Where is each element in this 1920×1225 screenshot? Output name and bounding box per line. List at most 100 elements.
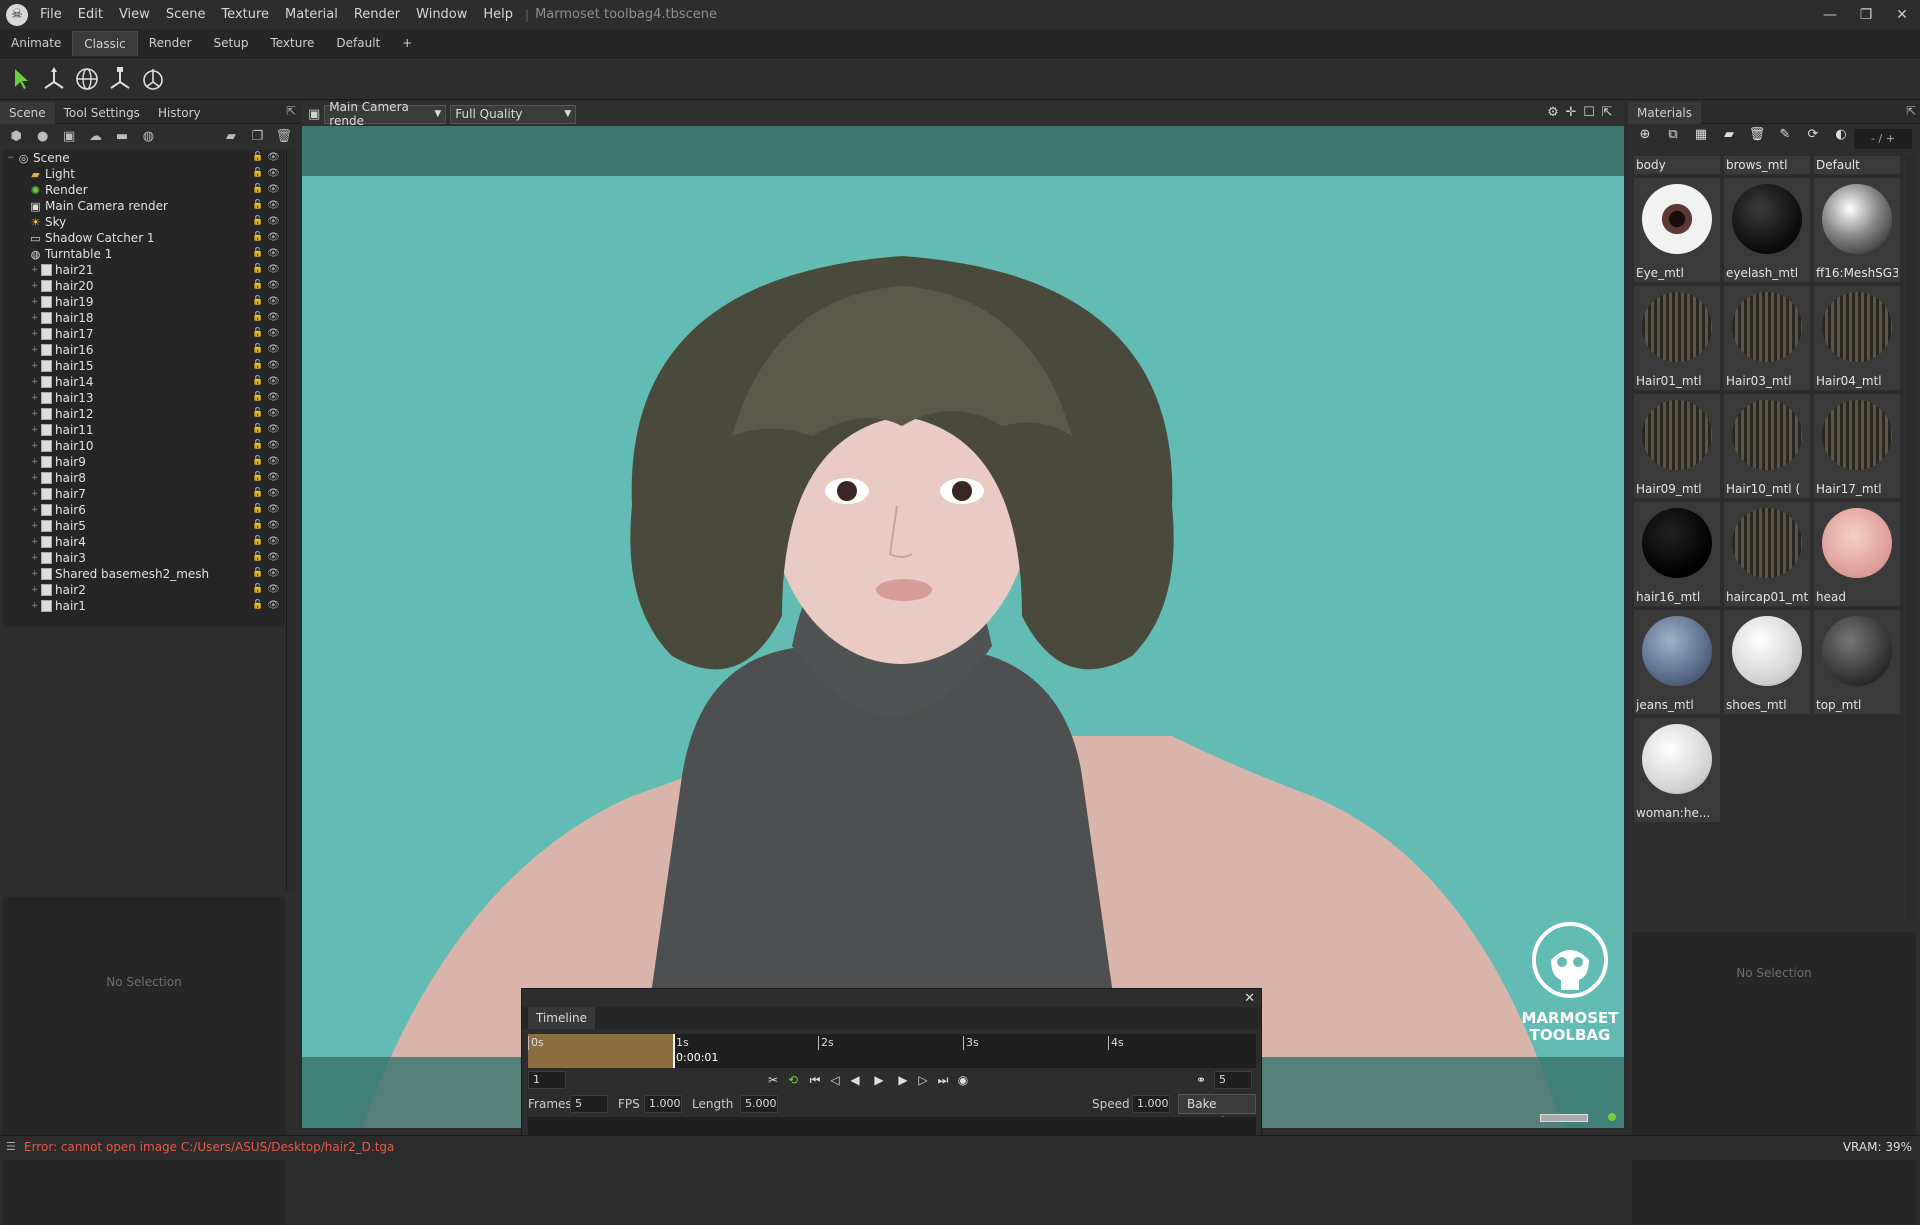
- lock-icon[interactable]: 🔓: [252, 440, 263, 451]
- menu-scene[interactable]: Scene: [158, 0, 214, 29]
- timeline-ruler[interactable]: 0s 1s 2s 3s 4s 0:00:01: [528, 1034, 1256, 1068]
- menu-help[interactable]: Help: [475, 0, 521, 29]
- viewport[interactable]: ▣ Main Camera rende ▼ Full Quality ▼ ⚙ ✛…: [302, 102, 1624, 1128]
- prev-key-icon[interactable]: ◁: [826, 1071, 844, 1089]
- lock-icon[interactable]: 🔓: [252, 568, 263, 579]
- lock-icon[interactable]: 🔓: [252, 264, 263, 275]
- visibility-icon[interactable]: 👁: [267, 360, 280, 371]
- lock-icon[interactable]: 🔓: [252, 344, 263, 355]
- material-item[interactable]: Hair17_mtl: [1814, 394, 1900, 498]
- visibility-icon[interactable]: 👁: [267, 568, 280, 579]
- undock-icon[interactable]: ⇱: [286, 104, 296, 118]
- scene-tree-item[interactable]: + hair17 🔓 👁: [3, 326, 285, 342]
- skip-start-icon[interactable]: ⏮: [806, 1071, 824, 1089]
- visibility-icon[interactable]: 👁: [267, 152, 280, 163]
- link-input[interactable]: 5: [1214, 1071, 1252, 1089]
- visibility-icon[interactable]: 👁: [267, 456, 280, 467]
- speed-input[interactable]: 1.000: [1132, 1095, 1170, 1113]
- maximize-button[interactable]: ❐: [1848, 0, 1884, 29]
- tab-materials[interactable]: Materials: [1628, 101, 1702, 124]
- lock-icon[interactable]: 🔓: [252, 408, 263, 419]
- step-back-icon[interactable]: ◀: [846, 1071, 864, 1089]
- skip-end-icon[interactable]: ⏭: [934, 1071, 952, 1089]
- rotate-tool-icon[interactable]: [72, 64, 102, 94]
- frames-input[interactable]: 5: [570, 1095, 608, 1113]
- visibility-icon[interactable]: 👁: [267, 520, 280, 531]
- visibility-icon[interactable]: 👁: [267, 168, 280, 179]
- page-control[interactable]: - / +: [1854, 129, 1912, 149]
- add-turntable-icon[interactable]: ◍: [138, 126, 158, 146]
- scissors-icon[interactable]: ✂: [764, 1071, 782, 1089]
- menu-render[interactable]: Render: [346, 0, 408, 29]
- record-icon[interactable]: ◉: [954, 1071, 972, 1089]
- lock-icon[interactable]: 🔓: [252, 584, 263, 595]
- lock-icon[interactable]: 🔓: [252, 536, 263, 547]
- scene-tree-item[interactable]: + hair2 🔓 👁: [3, 582, 285, 598]
- scene-tree-item[interactable]: + hair6 🔓 👁: [3, 502, 285, 518]
- tab-setup[interactable]: Setup: [203, 31, 260, 55]
- scene-tree-item[interactable]: ☀ Sky 🔓 👁: [3, 214, 285, 230]
- expand-toggle-icon[interactable]: +: [31, 553, 41, 563]
- expand-toggle-icon[interactable]: +: [31, 489, 41, 499]
- material-item[interactable]: hair16_mtl: [1634, 502, 1720, 606]
- bake-speed-button[interactable]: Bake Speed: [1178, 1094, 1256, 1129]
- paint-icon[interactable]: ✎: [1774, 127, 1796, 147]
- playhead[interactable]: [673, 1034, 675, 1068]
- scene-tree-item[interactable]: ✺ Render 🔓 👁: [3, 182, 285, 198]
- expand-toggle-icon[interactable]: +: [31, 585, 41, 595]
- maximize-view-icon[interactable]: ☐: [1580, 105, 1598, 123]
- material-item[interactable]: Eye_mtl: [1634, 178, 1720, 282]
- frame-input[interactable]: 1: [528, 1071, 566, 1089]
- delete-icon[interactable]: 🗑: [1746, 127, 1768, 147]
- material-item[interactable]: haircap01_mtl: [1724, 502, 1810, 606]
- lock-icon[interactable]: 🔓: [252, 152, 263, 163]
- checker-icon[interactable]: ▦: [1690, 127, 1712, 147]
- visibility-icon[interactable]: 👁: [267, 264, 280, 275]
- expand-toggle-icon[interactable]: +: [31, 505, 41, 515]
- expand-toggle-icon[interactable]: +: [31, 473, 41, 483]
- visibility-icon[interactable]: 👁: [267, 488, 280, 499]
- material-item[interactable]: Hair01_mtl: [1634, 286, 1720, 390]
- camera-icon[interactable]: ▣: [308, 107, 320, 122]
- lock-icon[interactable]: 🔓: [252, 456, 263, 467]
- tab-timeline[interactable]: Timeline: [528, 1007, 596, 1029]
- lock-icon[interactable]: 🔓: [252, 184, 263, 195]
- visibility-icon[interactable]: 👁: [267, 584, 280, 595]
- lock-icon[interactable]: 🔓: [252, 376, 263, 387]
- lock-icon[interactable]: 🔓: [252, 360, 263, 371]
- scene-tree-item[interactable]: + hair8 🔓 👁: [3, 470, 285, 486]
- material-item[interactable]: Hair10_mtl (: [1724, 394, 1810, 498]
- material-item[interactable]: body: [1634, 156, 1720, 174]
- scene-tree-item[interactable]: + hair7 🔓 👁: [3, 486, 285, 502]
- scene-tree-item[interactable]: + hair3 🔓 👁: [3, 550, 285, 566]
- duplicate-material-icon[interactable]: ⧉: [1662, 127, 1684, 147]
- visibility-icon[interactable]: 👁: [267, 440, 280, 451]
- expand-toggle-icon[interactable]: +: [31, 569, 41, 579]
- scene-tree-item[interactable]: + hair9 🔓 👁: [3, 454, 285, 470]
- folder-icon[interactable]: ▰: [1718, 127, 1740, 147]
- tab-tool-settings[interactable]: Tool Settings: [55, 102, 149, 124]
- lock-icon[interactable]: 🔓: [252, 168, 263, 179]
- lock-icon[interactable]: 🔓: [252, 216, 263, 227]
- material-item[interactable]: woman:he...: [1634, 718, 1720, 822]
- play-icon[interactable]: ▶: [870, 1071, 888, 1089]
- material-item[interactable]: brows_mtl: [1724, 156, 1810, 174]
- lock-icon[interactable]: 🔓: [252, 328, 263, 339]
- expand-toggle-icon[interactable]: +: [31, 457, 41, 467]
- visibility-icon[interactable]: 👁: [267, 424, 280, 435]
- material-item[interactable]: jeans_mtl: [1634, 610, 1720, 714]
- lock-icon[interactable]: 🔓: [252, 200, 263, 211]
- gear-icon[interactable]: ⚙: [1544, 105, 1562, 123]
- visibility-icon[interactable]: 👁: [267, 392, 280, 403]
- scene-tree-item[interactable]: + hair15 🔓 👁: [3, 358, 285, 374]
- expand-toggle-icon[interactable]: +: [31, 265, 41, 275]
- lock-icon[interactable]: 🔓: [252, 392, 263, 403]
- material-item[interactable]: Hair03_mtl: [1724, 286, 1810, 390]
- crosshair-icon[interactable]: ✛: [1562, 105, 1580, 123]
- quality-select[interactable]: Full Quality ▼: [450, 104, 577, 124]
- expand-toggle-icon[interactable]: +: [31, 521, 41, 531]
- add-camera-icon[interactable]: ▣: [59, 126, 79, 146]
- scene-tree-item[interactable]: + hair13 🔓 👁: [3, 390, 285, 406]
- menu-view[interactable]: View: [111, 0, 158, 29]
- fps-input[interactable]: 1.000: [644, 1095, 682, 1113]
